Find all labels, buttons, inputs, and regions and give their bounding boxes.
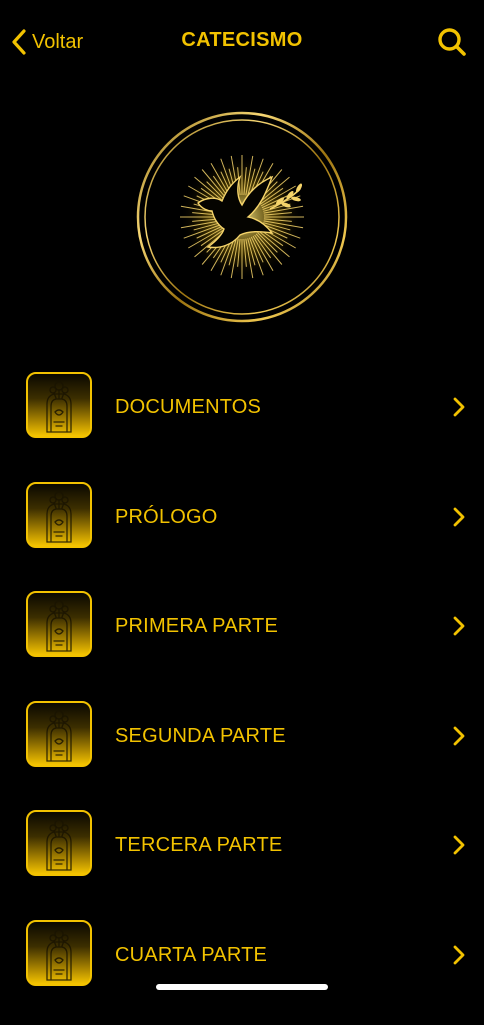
menu-item-label: TERCERA PARTE — [115, 834, 282, 857]
menu-item-label: DOCUMENTOS — [115, 396, 261, 419]
search-icon — [436, 26, 468, 58]
menu-item-label: PRÓLOGO — [115, 506, 218, 529]
menu-item-label: PRIMERA PARTE — [115, 615, 278, 638]
page-title: CATECISMO — [0, 29, 484, 52]
vase-icon — [26, 920, 92, 986]
menu-item-prologo[interactable]: PRÓLOGO — [0, 478, 484, 588]
menu-item-primera-parte[interactable]: PRIMERA PARTE — [0, 587, 484, 697]
search-button[interactable] — [436, 26, 468, 58]
menu-item-tercera-parte[interactable]: TERCERA PARTE — [0, 806, 484, 916]
vase-icon — [26, 810, 92, 876]
vase-icon — [26, 482, 92, 548]
dove-icon — [136, 111, 348, 323]
menu-item-segunda-parte[interactable]: SEGUNDA PARTE — [0, 697, 484, 807]
vase-icon — [26, 372, 92, 438]
home-indicator[interactable] — [156, 984, 328, 990]
menu-list: DOCUMENTOS PRÓLOGO PRIMERA PARTE SEGUNDA… — [0, 368, 484, 1025]
catechism-emblem — [136, 111, 348, 323]
chevron-right-icon — [452, 616, 466, 636]
menu-item-label: SEGUNDA PARTE — [115, 725, 286, 748]
chevron-right-icon — [452, 726, 466, 746]
chevron-right-icon — [452, 507, 466, 527]
chevron-right-icon — [452, 945, 466, 965]
menu-item-cuarta-parte[interactable]: CUARTA PARTE — [0, 916, 484, 1025]
menu-item-documentos[interactable]: DOCUMENTOS — [0, 368, 484, 478]
vase-icon — [26, 591, 92, 657]
navigation-bar: Voltar CATECISMO — [0, 0, 484, 84]
chevron-right-icon — [452, 397, 466, 417]
menu-item-label: CUARTA PARTE — [115, 944, 267, 967]
vase-icon — [26, 701, 92, 767]
chevron-right-icon — [452, 835, 466, 855]
